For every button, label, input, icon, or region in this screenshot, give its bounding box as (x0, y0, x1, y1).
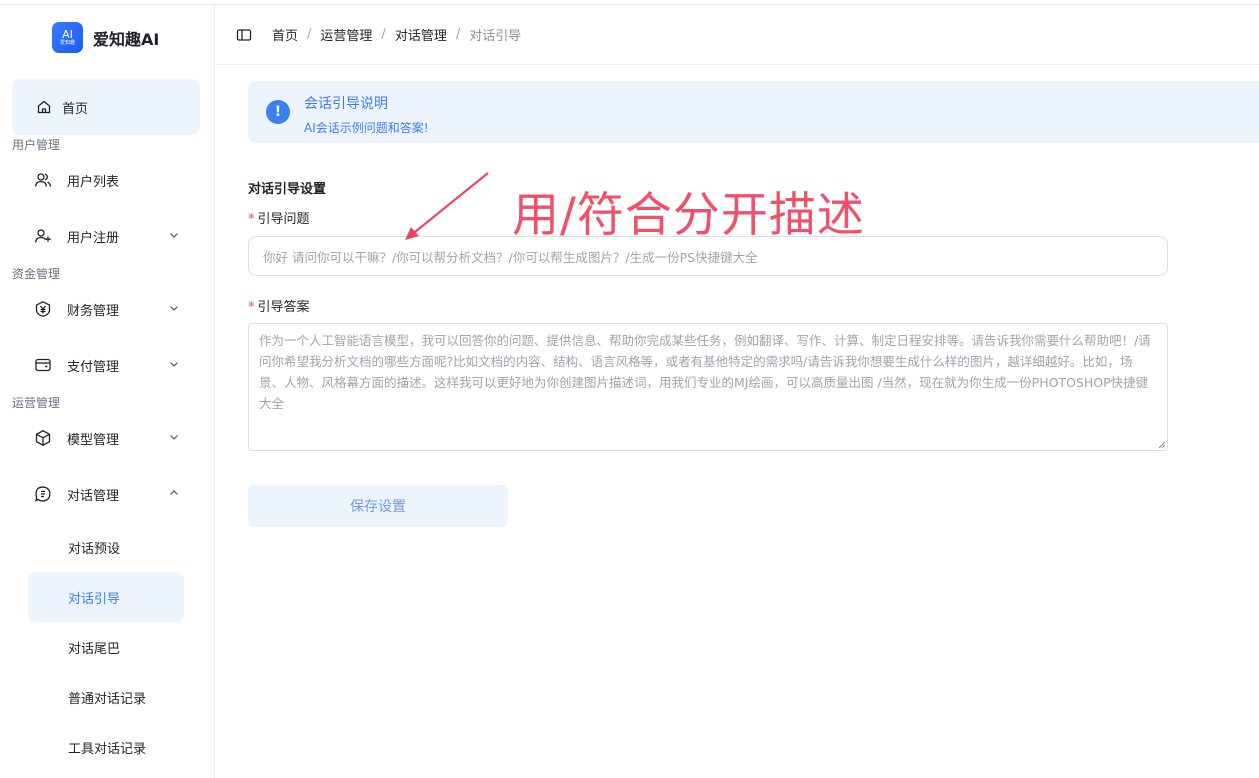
sidebar-item-label: 对话管理 (67, 488, 120, 504)
users-icon (34, 171, 52, 189)
breadcrumb-separator: / (307, 27, 312, 42)
guide-answer-textarea[interactable]: 作为一个人工智能语言模型，我可以回答你的问题、提供信息、帮助你完成某些任务，例如… (248, 323, 1168, 451)
sidebar-subitem-chat-preset[interactable]: 对话预设 (28, 522, 184, 572)
question-label: * 引导问题 (248, 208, 310, 227)
cube-icon (34, 429, 52, 447)
top-header: 首页 / 运营管理 / 对话管理 / 对话引导 (216, 5, 1259, 65)
sidebar-subitem-normal-chat-records[interactable]: 普通对话记录 (28, 672, 184, 722)
sidebar-item-user-list[interactable]: 用户列表 (12, 160, 200, 200)
required-mark: * (248, 212, 255, 227)
sidebar-subitem-chat-tail[interactable]: 对话尾巴 (28, 622, 184, 672)
chevron-up-icon (170, 490, 178, 495)
chevron-down-icon (170, 362, 178, 367)
breadcrumb-separator: / (455, 27, 461, 42)
breadcrumb-operations[interactable]: 运营管理 (320, 25, 372, 44)
home-icon (37, 100, 51, 114)
breadcrumb: 首页 / 运营管理 / 对话管理 / 对话引导 (272, 25, 521, 44)
breadcrumb-home[interactable]: 首页 (272, 25, 298, 44)
alert-title: 会话引导说明 (304, 96, 388, 112)
app-name: 爱知趣AI (93, 29, 160, 49)
user-add-icon (34, 227, 52, 245)
breadcrumb-separator: / (381, 27, 386, 42)
chevron-down-icon (170, 306, 178, 311)
sidebar-item-finance[interactable]: 财务管理 (12, 289, 200, 329)
annotation-text: 用/符合分开描述 (512, 188, 865, 243)
sidebar-item-label: 财务管理 (67, 303, 120, 319)
sidebar-item-chat[interactable]: 对话管理 (12, 474, 200, 514)
sidebar-item-user-register[interactable]: 用户注册 (12, 216, 200, 256)
question-label-text: 引导问题 (257, 212, 310, 227)
group-title-users: 用户管理 (12, 138, 61, 152)
save-settings-button[interactable]: 保存设置 (248, 485, 508, 527)
sidebar-item-label: 模型管理 (67, 432, 120, 448)
group-title-finance: 资金管理 (12, 267, 61, 281)
form-section-title: 对话引导设置 (248, 182, 327, 197)
logo-badge-icon: AI 爱知趣 (52, 22, 83, 53)
logo[interactable]: AI 爱知趣 爱知趣AI (52, 22, 159, 53)
logo-badge-top: AI (62, 27, 73, 41)
sidebar-item-home[interactable]: 首页 (12, 79, 200, 135)
answer-label-text: 引导答案 (257, 300, 310, 315)
answer-label: * 引导答案 (248, 296, 310, 315)
sidebar-item-model[interactable]: 模型管理 (12, 418, 200, 458)
sidebar-item-label: 支付管理 (67, 359, 120, 375)
required-mark: * (248, 300, 255, 315)
guide-answer-text: 作为一个人工智能语言模型，我可以回答你的问题、提供信息、帮助你完成某些任务，例如… (259, 333, 1151, 411)
exclamation-icon: ! (266, 100, 290, 124)
sidebar-toggle-icon[interactable] (236, 27, 252, 43)
alert-description: AI会话示例问题和答案! (304, 121, 429, 135)
sidebar-item-payment[interactable]: 支付管理 (12, 345, 200, 385)
resize-grip-icon[interactable] (1157, 440, 1166, 449)
sidebar-subitem-chat-guide[interactable]: 对话引导 (28, 572, 184, 622)
chat-icon (34, 485, 52, 503)
breadcrumb-current: 对话引导 (469, 29, 522, 44)
yuan-icon (34, 300, 52, 318)
chevron-down-icon (170, 233, 178, 238)
chevron-down-icon (170, 435, 178, 440)
info-alert: ! 会话引导说明 AI会话示例问题和答案! (248, 81, 1259, 143)
sidebar-subitem-tool-chat-records[interactable]: 工具对话记录 (28, 722, 184, 772)
sidebar: AI 爱知趣 爱知趣AI 首页 用户管理 用户列表 用户注册 资金管理 财务管理 (0, 5, 215, 778)
sidebar-item-label: 用户列表 (67, 174, 120, 190)
annotation-arrow-icon (405, 172, 489, 240)
logo-badge-bottom: 爱知趣 (59, 39, 75, 46)
breadcrumb-chat-management[interactable]: 对话管理 (395, 25, 447, 44)
sidebar-item-label: 首页 (62, 101, 89, 117)
group-title-operations: 运营管理 (12, 396, 61, 410)
payment-icon (34, 356, 52, 374)
sidebar-item-label: 用户注册 (67, 230, 120, 246)
